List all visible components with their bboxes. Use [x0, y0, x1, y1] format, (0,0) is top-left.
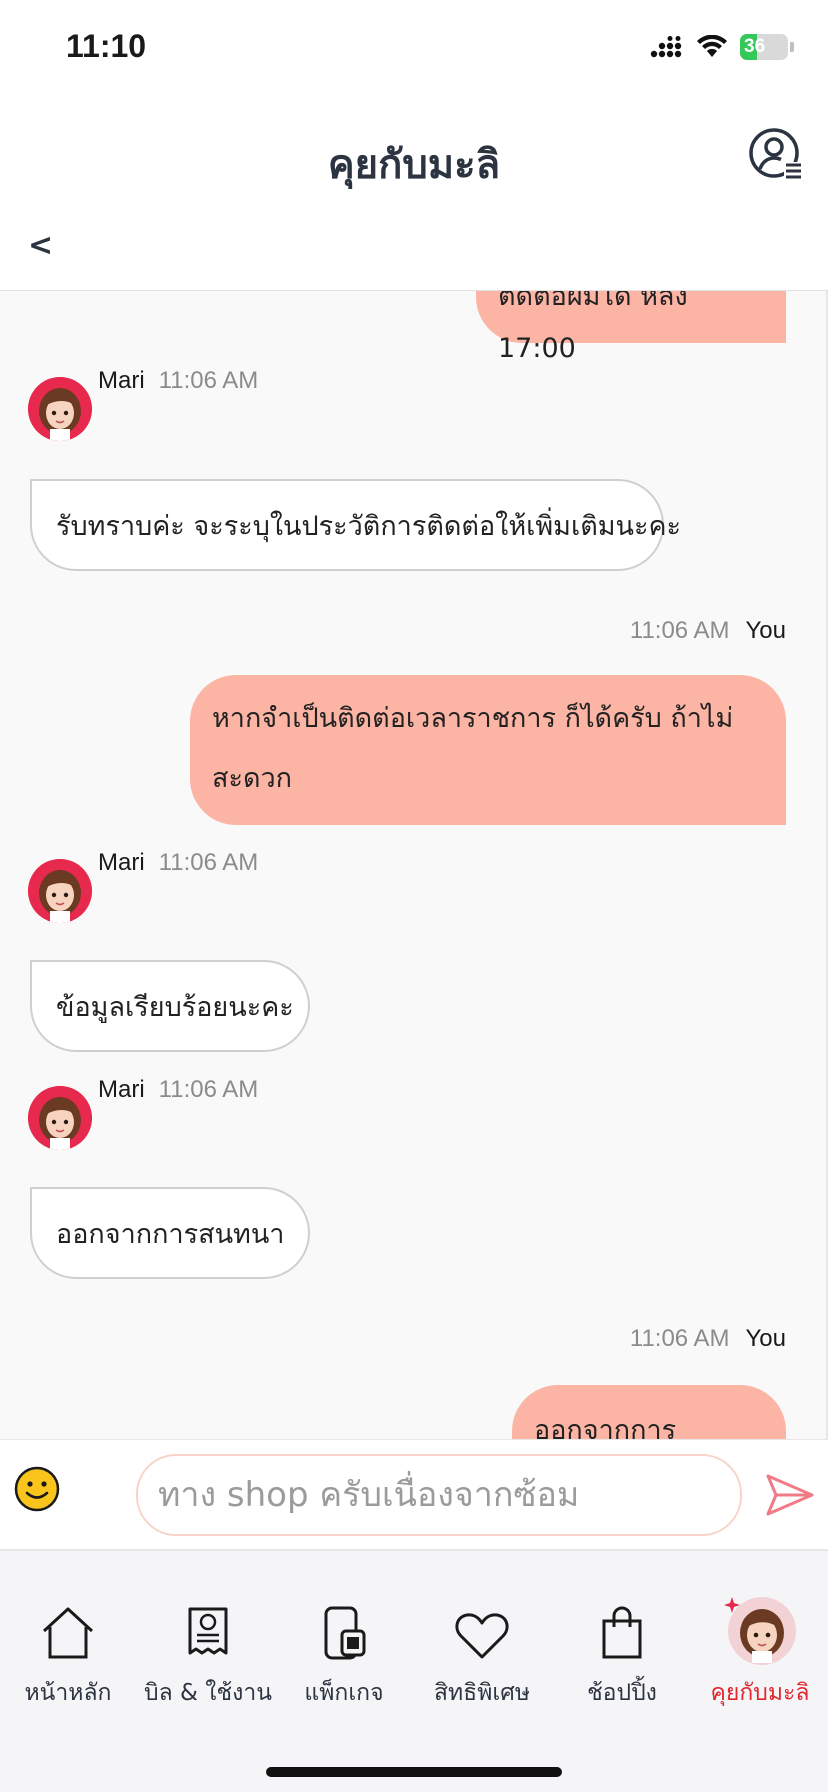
message-meta: Mari 11:06 AM	[98, 1076, 258, 1104]
back-button[interactable]: <	[28, 228, 53, 263]
message-time: 11:06 AM	[158, 849, 259, 876]
emoji-button[interactable]	[14, 1466, 60, 1512]
nav-label: สิทธิพิเศษ	[433, 1680, 531, 1706]
mari-avatar-icon	[724, 1597, 796, 1665]
avatar	[28, 859, 92, 923]
cellular-signal-icon	[650, 36, 682, 58]
nav-item-privileges[interactable]: สิทธิพิเศษ	[412, 1591, 552, 1711]
status-time: 11:10	[66, 28, 147, 64]
mari-avatar-icon	[28, 377, 92, 441]
home-icon	[42, 1607, 94, 1659]
profile-menu-button[interactable]	[748, 126, 804, 182]
message-input-bar	[0, 1439, 828, 1551]
home-indicator[interactable]	[266, 1767, 562, 1777]
nav-item-home[interactable]: หน้าหลัก	[0, 1591, 138, 1711]
avatar	[28, 377, 92, 441]
send-button[interactable]	[764, 1470, 816, 1520]
bottom-navigation: หน้าหลัก บิล & ใช้งาน แพ็กเกจ สิทธิพิเศษ…	[0, 1551, 828, 1792]
nav-label: แพ็กเกจ	[304, 1680, 384, 1706]
message-time: 11:06 AM	[158, 367, 259, 394]
nav-label: ช้อปปิ้ง	[587, 1680, 657, 1706]
message-meta: Mari 11:06 AM	[98, 849, 258, 877]
status-icons: 36	[650, 34, 794, 60]
message-text: ออกจากการสนทนา	[56, 1219, 285, 1250]
message-meta: 11:06 AM You	[630, 617, 786, 645]
message-time: 11:06 AM	[629, 617, 730, 644]
message-text: ข้อมูลเรียบร้อยนะคะ	[56, 992, 294, 1023]
mari-avatar-icon	[28, 859, 92, 923]
sender-name: You	[745, 1325, 787, 1352]
mari-avatar-icon	[28, 1086, 92, 1150]
sender-name: You	[745, 617, 787, 644]
message-text: ออกจากการสนทนา	[534, 1415, 677, 1439]
user-settings-icon	[749, 128, 802, 179]
message-time: 11:06 AM	[158, 1076, 259, 1103]
message-meta: Mari 11:06 AM	[98, 367, 258, 395]
page-title: คุยกับมะลิ	[327, 142, 501, 188]
message-bubble-outgoing: หากจำเป็นติดต่อเวลาราชการ ก็ได้ครับ ถ้าไ…	[190, 675, 786, 825]
shopping-bag-icon	[602, 1606, 642, 1659]
message-bubble-outgoing: ติดต่อผมได้ หลัง 17:00	[476, 291, 786, 364]
message-bubble-incoming: รับทราบค่ะ จะระบุในประวัติการติดต่อให้เพ…	[30, 479, 681, 571]
sender-name: Mari	[98, 367, 145, 394]
sender-name: Mari	[98, 1076, 145, 1103]
status-bar: 11:10 36	[0, 0, 828, 100]
chat-messages[interactable]: ติดต่อผมได้ หลัง 17:00 Mari 11:06 AM รับท…	[0, 291, 828, 1439]
message-text: หากจำเป็นติดต่อเวลาราชการ ก็ได้ครับ ถ้าไ…	[212, 703, 734, 794]
nav-label: คุยกับมะลิ	[710, 1680, 810, 1706]
receipt-icon	[188, 1607, 228, 1655]
nav-item-package[interactable]: แพ็กเกจ	[274, 1591, 414, 1711]
battery-icon: 36	[740, 34, 788, 60]
message-time: 11:06 AM	[629, 1325, 730, 1352]
message-bubble-outgoing: ออกจากการสนทนา	[512, 1385, 786, 1439]
message-bubble-incoming: ข้อมูลเรียบร้อยนะคะ	[30, 960, 310, 1052]
wifi-icon	[697, 35, 727, 57]
smiley-icon	[14, 1466, 60, 1512]
nav-label: บิล & ใช้งาน	[144, 1680, 272, 1706]
nav-item-chat-mari[interactable]: คุยกับมะลิ	[690, 1591, 828, 1711]
sender-name: Mari	[98, 849, 145, 876]
nav-item-bills[interactable]: บิล & ใช้งาน	[138, 1591, 278, 1711]
chat-header: คุยกับมะลิ <	[0, 100, 828, 291]
heart-icon	[455, 1613, 509, 1659]
nav-item-shopping[interactable]: ช้อปปิ้ง	[552, 1591, 692, 1711]
battery-level: 36	[744, 36, 766, 57]
send-icon	[766, 1474, 814, 1516]
avatar	[28, 1086, 92, 1150]
message-input[interactable]	[136, 1454, 742, 1536]
message-text: ติดต่อผมได้ หลัง 17:00	[498, 291, 688, 364]
message-bubble-incoming: ออกจากการสนทนา	[30, 1187, 310, 1279]
message-text: รับทราบค่ะ จะระบุในประวัติการติดต่อให้เพ…	[56, 511, 682, 542]
message-meta: 11:06 AM You	[630, 1325, 786, 1353]
phone-sim-icon	[324, 1606, 366, 1660]
nav-label: หน้าหลัก	[24, 1680, 112, 1706]
